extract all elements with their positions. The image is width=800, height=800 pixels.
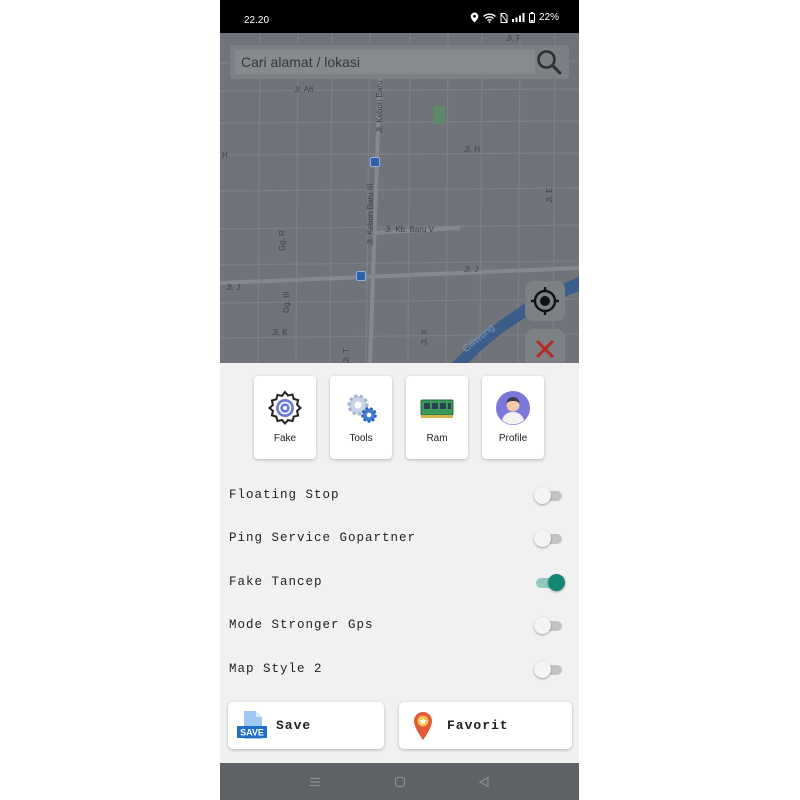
street-label: Jl. J (226, 283, 241, 292)
bus-stop-icon[interactable] (370, 157, 380, 167)
location-icon (470, 12, 479, 23)
street-label: Jl. J (464, 265, 479, 274)
setting-map-style-2: Map Style 2 (220, 654, 579, 684)
street-label: Jl. X (420, 329, 429, 345)
gear-pin-icon (267, 390, 302, 426)
save-label: Save (276, 718, 312, 733)
home-icon (394, 776, 406, 788)
signal-icon (511, 13, 525, 22)
street-label: Jl. A6 (294, 85, 314, 94)
battery-icon (528, 12, 535, 23)
search-button[interactable] (535, 49, 563, 77)
search-input[interactable] (235, 50, 535, 74)
setting-label: Map Style 2 (229, 662, 323, 676)
ping-service-toggle[interactable] (534, 530, 564, 547)
street-label: Jl. Kb. Baru V (385, 225, 434, 234)
setting-floating-stop: Floating Stop (220, 480, 579, 510)
stop-button[interactable] (525, 329, 565, 363)
save-button[interactable]: SAVE Save (228, 702, 384, 749)
tile-tools[interactable]: Tools (330, 376, 392, 459)
setting-label: Mode Stronger Gps (229, 618, 374, 632)
avatar-icon (496, 391, 530, 425)
setting-label: Floating Stop (229, 488, 340, 502)
favorite-pin-icon (414, 712, 432, 740)
search-icon (537, 50, 562, 75)
street-label: Jl. H (464, 145, 480, 154)
phone-screen: 22.20 22% Jl. A6 Jl. Kebon Baru Jl. H Jl… (220, 0, 579, 800)
street-label: Gg. R (278, 230, 287, 251)
setting-mode-stronger-gps: Mode Stronger Gps (220, 610, 579, 640)
favorit-label: Favorit (447, 718, 509, 733)
bus-stop-icon[interactable] (356, 271, 366, 281)
battery-percent: 22% (538, 12, 559, 23)
setting-ping-service: Ping Service Gopartner (220, 523, 579, 553)
tile-label: Ram (426, 433, 448, 444)
tile-label: Tools (349, 433, 373, 444)
setting-label: Ping Service Gopartner (229, 531, 417, 545)
street-label: Jl. T (342, 348, 351, 363)
street-label: Jl. K (272, 328, 288, 337)
system-nav-bar (220, 763, 579, 800)
control-panel: Fake Tools Ram Profile Floating Stop Pin… (220, 363, 579, 763)
search-bar (230, 45, 569, 79)
status-bar: 22.20 22% (220, 0, 579, 33)
wifi-icon (483, 13, 496, 23)
stronger-gps-toggle[interactable] (534, 617, 564, 634)
floating-stop-toggle[interactable] (534, 487, 564, 504)
fake-tancep-toggle[interactable] (534, 574, 565, 591)
menu-key[interactable] (305, 772, 325, 792)
crosshair-icon (531, 287, 559, 315)
no-sim-icon (500, 12, 508, 23)
favorit-button[interactable]: Favorit (399, 702, 572, 749)
status-icons: 22% (470, 12, 559, 23)
menu-icon (310, 777, 320, 787)
back-icon (478, 776, 489, 788)
street-label: Jl. E (545, 187, 554, 203)
save-file-icon: SAVE (237, 711, 267, 739)
ram-chip-icon (420, 399, 454, 418)
tile-label: Profile (498, 433, 528, 444)
gears-icon (347, 394, 377, 423)
my-location-button[interactable] (525, 281, 565, 321)
tile-ram[interactable]: Ram (406, 376, 468, 459)
tile-label: Fake (273, 433, 297, 444)
street-label: Jl. Kebon Baru III (366, 183, 375, 245)
street-label: Jl. Kebon Baru (375, 80, 384, 133)
close-icon (535, 339, 555, 359)
back-key[interactable] (474, 772, 494, 792)
save-icon-text: SAVE (240, 728, 264, 738)
setting-fake-tancep: Fake Tancep (220, 567, 579, 597)
tile-fake[interactable]: Fake (254, 376, 316, 459)
tile-profile[interactable]: Profile (482, 376, 544, 459)
map-view[interactable]: Jl. A6 Jl. Kebon Baru Jl. H Jl. Kebon Ba… (220, 33, 579, 363)
street-label: Jl. F (506, 34, 522, 43)
status-time: 22.20 (244, 15, 270, 26)
map-style-2-toggle[interactable] (534, 661, 564, 678)
home-key[interactable] (390, 772, 410, 792)
street-label: Gg. III (282, 291, 291, 313)
street-label: H (222, 151, 228, 160)
setting-label: Fake Tancep (229, 575, 323, 589)
